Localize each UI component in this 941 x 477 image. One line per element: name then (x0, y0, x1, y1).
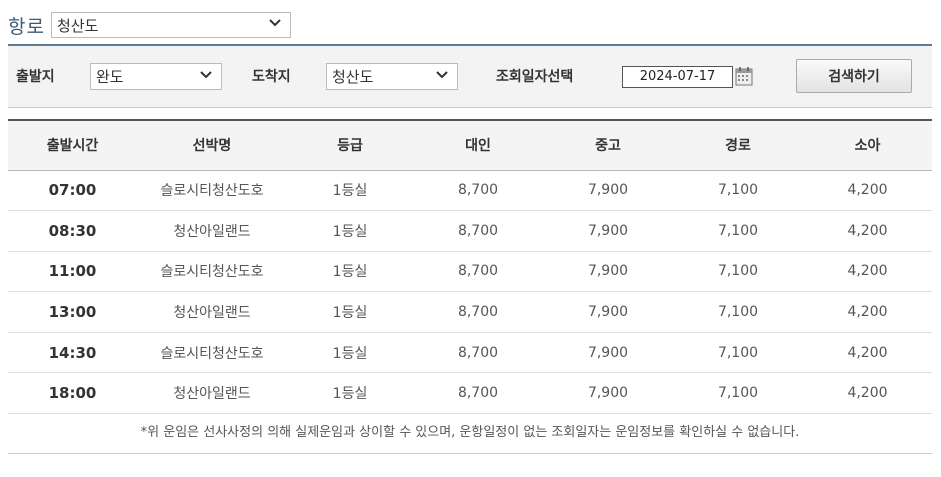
search-bar: 출발지 완도 도착지 청산도 조회일자선택 2024-07-17 검색하기 (8, 46, 932, 108)
cell-senior-fare: 7,100 (673, 210, 803, 252)
cell-child-fare: 4,200 (803, 332, 932, 374)
cell-ship-name: 청산아일랜드 (137, 210, 287, 252)
departure-select-value: 완도 (96, 68, 124, 86)
route-label: 항로 (8, 15, 45, 38)
cell-departure-time: 08:30 (8, 210, 137, 252)
cell-ship-name: 슬로시티청산도호 (137, 170, 287, 212)
header-adult: 대인 (413, 121, 543, 171)
cell-ship-name: 청산아일랜드 (137, 372, 287, 415)
cell-student-fare: 7,900 (543, 210, 673, 252)
table-row: 08:30 청산아일랜드 1등실 8,700 7,900 7,100 4,200 (8, 210, 932, 252)
chevron-down-icon (200, 70, 212, 78)
cell-class: 1등실 (287, 210, 413, 252)
date-input[interactable]: 2024-07-17 (622, 66, 733, 88)
date-label: 조회일자선택 (496, 69, 574, 85)
cell-senior-fare: 7,100 (673, 372, 803, 415)
fare-note: *위 운임은 선사사정의 의해 실제운임과 상이할 수 있으며, 운항일정이 없… (8, 414, 932, 454)
route-select-value: 청산도 (56, 16, 99, 35)
cell-ship-name: 슬로시티청산도호 (137, 251, 287, 293)
arrival-select[interactable]: 청산도 (326, 63, 458, 90)
table-row: 07:00 슬로시티청산도호 1등실 8,700 7,900 7,100 4,200 (8, 170, 932, 212)
cell-senior-fare: 7,100 (673, 251, 803, 293)
cell-senior-fare: 7,100 (673, 332, 803, 374)
cell-class: 1등실 (287, 291, 413, 333)
search-button[interactable]: 검색하기 (796, 59, 912, 93)
cell-adult-fare: 8,700 (413, 210, 543, 252)
cell-student-fare: 7,900 (543, 251, 673, 293)
header-departure-time: 출발시간 (8, 121, 137, 171)
cell-departure-time: 18:00 (8, 372, 137, 415)
chevron-down-icon (436, 70, 448, 78)
route-selector-row: 항로 청산도 (8, 10, 291, 40)
table-row: 18:00 청산아일랜드 1등실 8,700 7,900 7,100 4,200 (8, 372, 932, 415)
arrival-select-value: 청산도 (332, 68, 374, 86)
cell-student-fare: 7,900 (543, 372, 673, 415)
header-class: 등급 (287, 121, 413, 171)
cell-child-fare: 4,200 (803, 372, 932, 415)
cell-child-fare: 4,200 (803, 170, 932, 212)
cell-class: 1등실 (287, 372, 413, 415)
cell-adult-fare: 8,700 (413, 251, 543, 293)
cell-class: 1등실 (287, 251, 413, 293)
cell-class: 1등실 (287, 170, 413, 212)
cell-ship-name: 청산아일랜드 (137, 291, 287, 333)
cell-student-fare: 7,900 (543, 332, 673, 374)
cell-adult-fare: 8,700 (413, 332, 543, 374)
cell-student-fare: 7,900 (543, 291, 673, 333)
cell-ship-name: 슬로시티청산도호 (137, 332, 287, 374)
header-student: 중고 (543, 121, 673, 171)
cell-child-fare: 4,200 (803, 291, 932, 333)
cell-senior-fare: 7,100 (673, 291, 803, 333)
chevron-down-icon (269, 19, 281, 27)
cell-senior-fare: 7,100 (673, 170, 803, 212)
table-row: 11:00 슬로시티청산도호 1등실 8,700 7,900 7,100 4,200 (8, 251, 932, 293)
cell-departure-time: 14:30 (8, 332, 137, 374)
table-header-row: 출발시간 선박명 등급 대인 중고 경로 소아 (8, 121, 932, 171)
departure-select[interactable]: 완도 (90, 63, 222, 90)
table-row: 14:30 슬로시티청산도호 1등실 8,700 7,900 7,100 4,200 (8, 332, 932, 374)
cell-student-fare: 7,900 (543, 170, 673, 212)
departure-label: 출발지 (16, 69, 55, 85)
cell-adult-fare: 8,700 (413, 372, 543, 415)
cell-adult-fare: 8,700 (413, 170, 543, 212)
arrival-label: 도착지 (252, 69, 291, 85)
cell-class: 1등실 (287, 332, 413, 374)
header-senior: 경로 (673, 121, 803, 171)
header-child: 소아 (803, 121, 932, 171)
table-row: 13:00 청산아일랜드 1등실 8,700 7,900 7,100 4,200 (8, 291, 932, 333)
fare-table: 출발시간 선박명 등급 대인 중고 경로 소아 07:00 슬로시티청산도호 1등실… (8, 121, 932, 415)
header-ship-name: 선박명 (137, 121, 287, 171)
cell-adult-fare: 8,700 (413, 291, 543, 333)
route-select[interactable]: 청산도 (50, 12, 291, 38)
calendar-icon[interactable] (735, 66, 753, 86)
cell-departure-time: 07:00 (8, 170, 137, 212)
cell-departure-time: 11:00 (8, 251, 137, 293)
cell-departure-time: 13:00 (8, 291, 137, 333)
cell-child-fare: 4,200 (803, 210, 932, 252)
cell-child-fare: 4,200 (803, 251, 932, 293)
